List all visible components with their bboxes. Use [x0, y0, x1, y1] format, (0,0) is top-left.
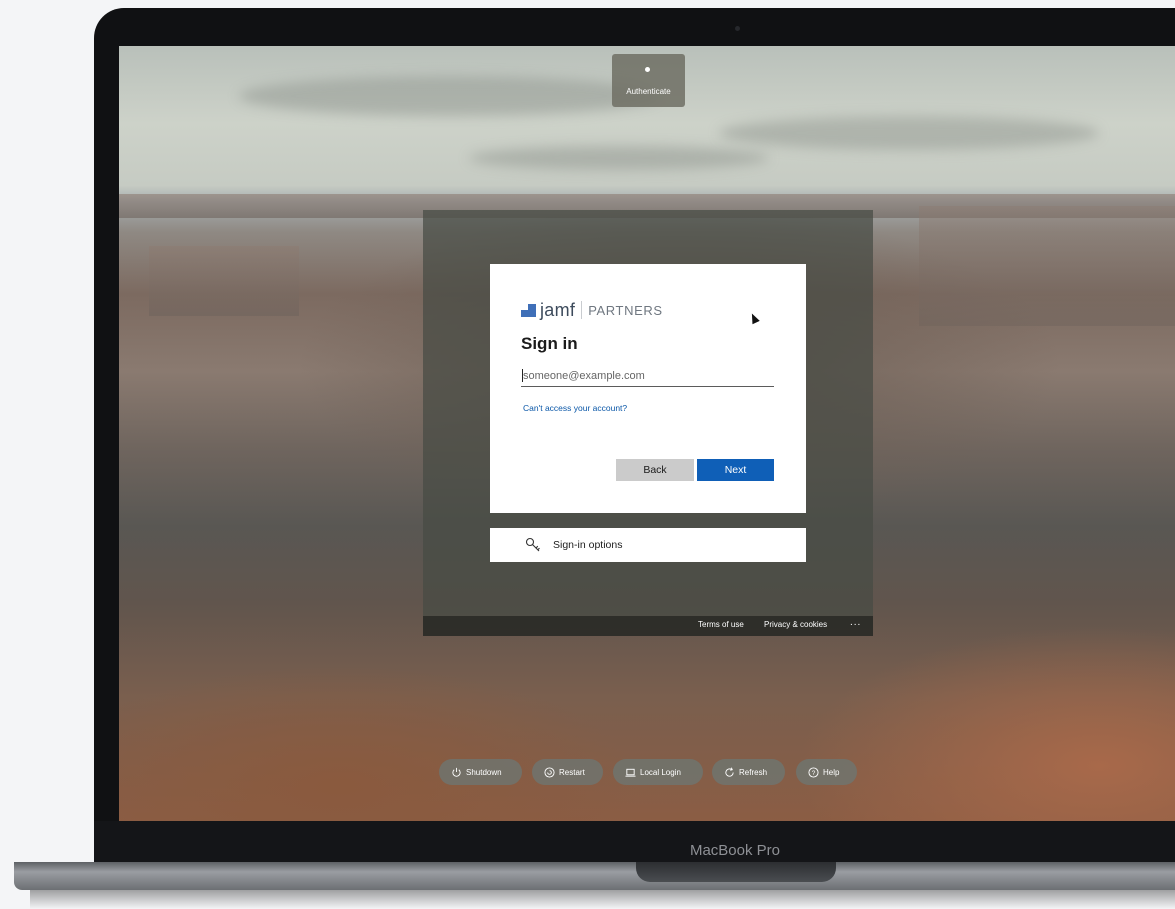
- refresh-icon: [725, 767, 734, 777]
- restart-label: Restart: [559, 767, 585, 777]
- shutdown-label: Shutdown: [466, 767, 502, 777]
- camera-icon: [735, 26, 740, 31]
- signin-options-button[interactable]: Sign-in options: [490, 528, 806, 562]
- restart-button[interactable]: Restart: [532, 759, 603, 785]
- terms-link[interactable]: Terms of use: [698, 620, 744, 629]
- more-options-button[interactable]: ...: [850, 617, 861, 628]
- logo-divider: [581, 301, 583, 319]
- authenticate-label: Authenticate: [626, 87, 671, 96]
- help-label: Help: [823, 767, 840, 777]
- email-field[interactable]: [521, 366, 774, 387]
- local-login-label: Local Login: [640, 767, 681, 777]
- laptop-shadow: [30, 890, 1175, 909]
- restart-icon: [544, 766, 555, 778]
- device-label: MacBook Pro: [689, 842, 781, 859]
- refresh-button[interactable]: Refresh: [712, 759, 785, 785]
- jamf-partners-logo: jamf PARTNERS: [521, 299, 663, 320]
- help-icon: ?: [808, 766, 819, 778]
- next-button[interactable]: Next: [697, 459, 774, 481]
- laptop-hinge-notch: [636, 862, 836, 882]
- laptop-base: [14, 862, 1175, 890]
- authenticate-indicator: Authenticate: [612, 54, 685, 107]
- logo-partners: PARTNERS: [588, 302, 663, 318]
- status-dot-icon: [645, 67, 650, 72]
- logo-word: jamf: [540, 299, 576, 320]
- signin-options-label: Sign-in options: [553, 539, 623, 551]
- power-icon: [452, 767, 461, 777]
- local-login-button[interactable]: Local Login: [613, 759, 703, 785]
- cant-access-link[interactable]: Can't access your account?: [523, 403, 627, 413]
- text-caret: [522, 369, 523, 382]
- shutdown-button[interactable]: Shutdown: [439, 759, 522, 785]
- back-button[interactable]: Back: [616, 459, 694, 481]
- jamf-logo-icon: [521, 303, 536, 317]
- key-icon: [525, 537, 540, 552]
- help-button[interactable]: ? Help: [796, 759, 857, 785]
- privacy-link[interactable]: Privacy & cookies: [764, 620, 827, 629]
- svg-text:?: ?: [812, 769, 816, 776]
- footer-bar: Terms of use Privacy & cookies ...: [423, 616, 873, 636]
- laptop-icon: [625, 768, 636, 777]
- page-title: Sign in: [521, 334, 578, 353]
- refresh-label: Refresh: [739, 767, 768, 777]
